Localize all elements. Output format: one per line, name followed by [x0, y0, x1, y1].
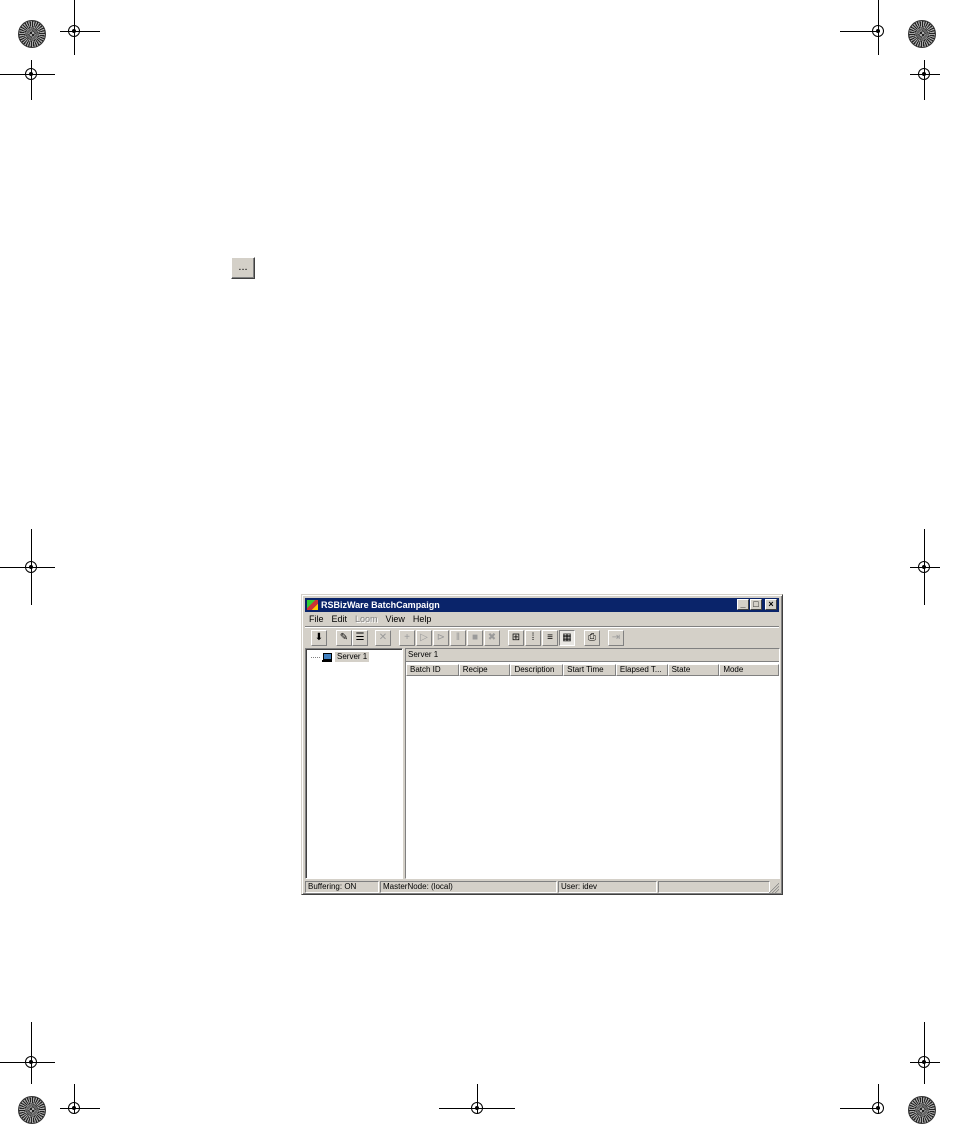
menu-loom[interactable]: Loom — [351, 613, 382, 626]
batch-list-pane[interactable]: Server 1 Batch ID Recipe Description Sta… — [405, 648, 780, 879]
list-view-icon[interactable]: ≡ — [542, 630, 558, 646]
menu-help[interactable]: Help — [409, 613, 436, 626]
large-icons-view-icon[interactable]: ⊞ — [508, 630, 524, 646]
delete-x-icon[interactable]: ✕ — [375, 630, 391, 646]
close-button[interactable]: × — [765, 599, 777, 610]
menu-edit[interactable]: Edit — [328, 613, 352, 626]
menu-view[interactable]: View — [382, 613, 409, 626]
toolbar: ⬇ ✎ ☰ ✕ + ▷ ⊳ ‖ ■ ✖ ⊞ ⁞ ≡ ▦ ⎙ ⇥ — [305, 626, 779, 647]
server-tree[interactable]: Server 1 — [305, 648, 403, 879]
column-header-batch-id[interactable]: Batch ID — [406, 664, 459, 676]
column-header-state[interactable]: State — [667, 664, 720, 676]
batchcampaign-window: RSBizWare BatchCampaign _ □ × File Edit … — [301, 594, 783, 895]
column-header-description[interactable]: Description — [510, 664, 564, 676]
column-header-elapsed-time[interactable]: Elapsed T... — [615, 664, 668, 676]
window-controls: _ □ × — [737, 599, 777, 610]
computer-icon — [322, 652, 332, 662]
status-bar: Buffering: ON MasterNode: (local) User: … — [305, 881, 779, 893]
start-icon[interactable]: ▷ — [416, 630, 432, 646]
step-icon[interactable]: ⊳ — [433, 630, 449, 646]
status-user: User: idev — [558, 881, 657, 893]
abort-icon[interactable]: ✖ — [484, 630, 500, 646]
window-title: RSBizWare BatchCampaign — [321, 600, 440, 610]
hold-icon[interactable]: ‖ — [450, 630, 466, 646]
column-header-start-time[interactable]: Start Time — [563, 664, 616, 676]
edit-pencil-icon[interactable]: ✎ — [336, 630, 352, 646]
properties-icon[interactable]: ⎙ — [584, 630, 600, 646]
tree-node-server[interactable]: Server 1 — [311, 652, 370, 662]
column-header-mode[interactable]: Mode — [719, 664, 779, 676]
details-view-icon[interactable]: ▦ — [559, 630, 575, 646]
menu-file[interactable]: File — [305, 613, 328, 626]
registration-sunburst-bottom-left — [18, 1096, 46, 1124]
status-master-node: MasterNode: (local) — [380, 881, 557, 893]
stop-icon[interactable]: ■ — [467, 630, 483, 646]
pane-caption: Server 1 — [406, 649, 779, 662]
registration-sunburst-bottom-right — [908, 1096, 936, 1124]
add-plus-icon[interactable]: + — [399, 630, 415, 646]
list-icon[interactable]: ☰ — [352, 630, 368, 646]
exit-icon[interactable]: ⇥ — [608, 630, 624, 646]
registration-sunburst-top-left — [18, 20, 46, 48]
maximize-button[interactable]: □ — [750, 599, 762, 610]
minimize-button[interactable]: _ — [737, 599, 749, 610]
green-down-arrow-icon[interactable]: ⬇ — [311, 630, 327, 646]
registration-sunburst-top-right — [908, 20, 936, 48]
column-header-recipe[interactable]: Recipe — [458, 664, 511, 676]
small-icons-view-icon[interactable]: ⁞ — [525, 630, 541, 646]
menu-bar: File Edit Loom View Help — [305, 613, 779, 626]
tree-node-label: Server 1 — [335, 652, 370, 662]
status-extra — [658, 881, 770, 893]
app-icon — [307, 600, 318, 610]
column-headers: Batch ID Recipe Description Start Time E… — [406, 664, 779, 676]
resize-grip[interactable] — [769, 883, 779, 893]
browse-ellipsis-button[interactable]: ... — [231, 257, 255, 279]
status-buffering: Buffering: ON — [305, 881, 379, 893]
tree-connector — [311, 656, 320, 658]
title-bar[interactable]: RSBizWare BatchCampaign _ □ × — [305, 598, 779, 612]
